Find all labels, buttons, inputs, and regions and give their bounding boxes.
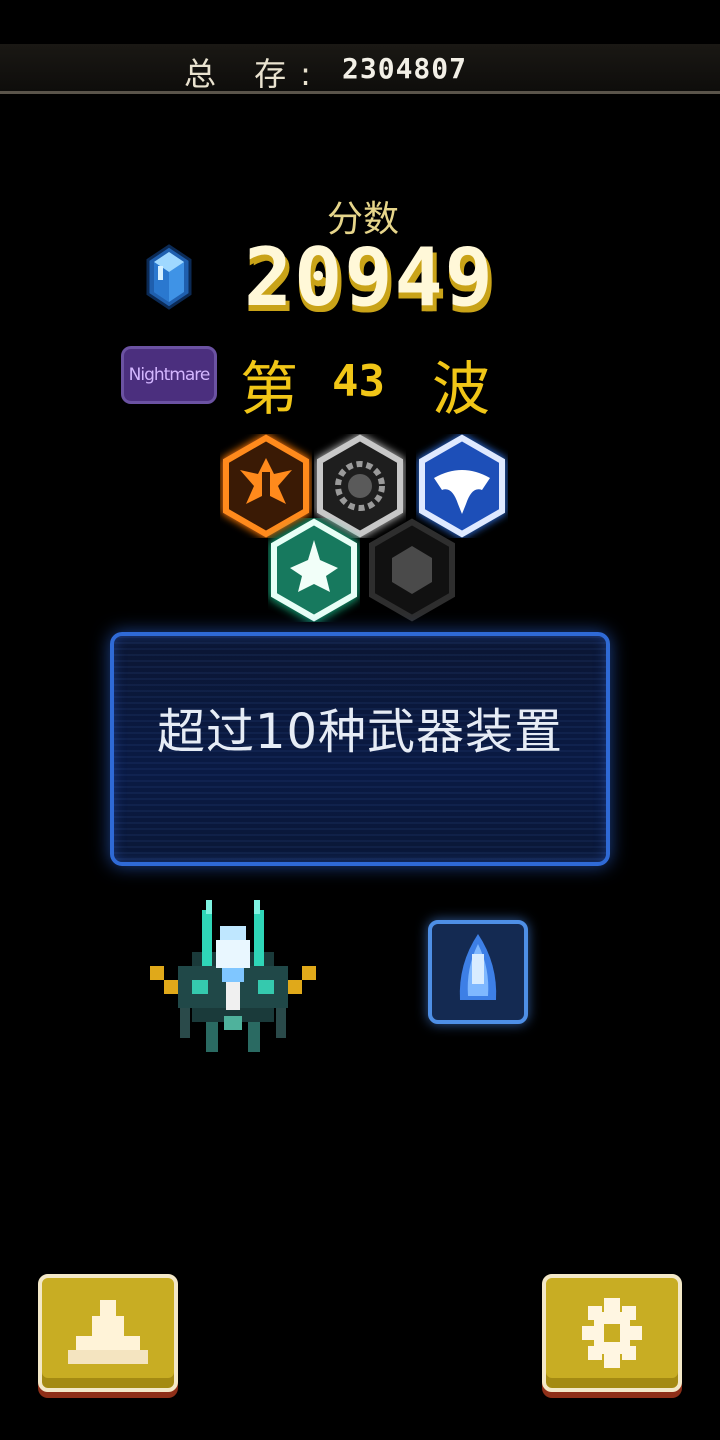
blue-crystal-icon: [146, 244, 192, 310]
message-text: 超过10种武器装置: [156, 704, 564, 760]
total-label: 总 存:: [184, 55, 325, 93]
total-savings-bar: 总 存: 2304807: [0, 44, 720, 94]
upgrade-slot[interactable]: [428, 920, 528, 1024]
ship-silhouette-icon: [68, 1300, 148, 1364]
hangar-button[interactable]: [38, 1274, 178, 1392]
wave-number: 43: [332, 356, 385, 407]
locked-hex-icon: [369, 518, 455, 622]
total-value: 2304807: [342, 52, 468, 85]
blue-thruster-icon: [459, 934, 497, 1000]
difficulty-badge: Nightmare: [121, 346, 217, 404]
wave-prefix: 第: [240, 355, 299, 423]
gear-icon: [582, 1298, 642, 1368]
fighter-jet-emblem-icon: [270, 518, 358, 622]
game-screen: 总 存: 2304807 分数 20949 Nightmare 第 43 波 超…: [0, 0, 720, 1440]
settings-button[interactable]: [542, 1274, 682, 1392]
score-value: 20949: [244, 231, 495, 324]
message-panel: 超过10种武器装置: [110, 632, 610, 866]
spaceship-icon: [150, 900, 316, 1052]
wave-suffix: 波: [432, 355, 491, 423]
